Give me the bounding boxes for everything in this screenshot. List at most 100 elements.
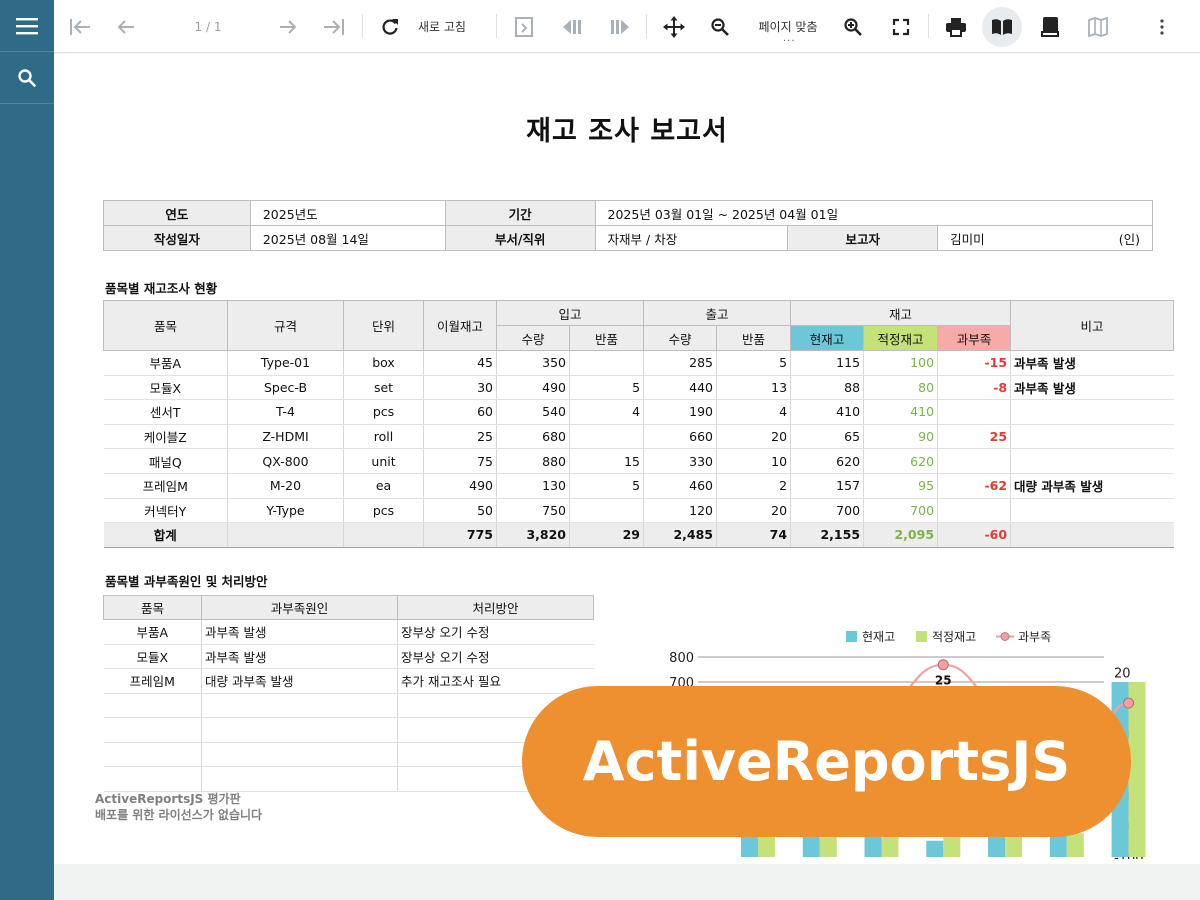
last-page-button[interactable] <box>314 0 354 53</box>
inventory-table: 품목 규격 단위 이월재고 입고 출고 재고 비고 수량 반품 수량 반품 현재… <box>103 300 1175 548</box>
cell-note <box>1010 424 1174 450</box>
refresh-label[interactable]: 새로 고침 <box>410 0 474 53</box>
galley-view-button[interactable] <box>1078 0 1118 53</box>
fullscreen-icon <box>892 18 910 35</box>
cell-note <box>1010 498 1174 524</box>
cell-prev: 75 <box>423 448 497 474</box>
viewer-bottom-area <box>54 864 1200 900</box>
fullscreen-button[interactable] <box>881 0 921 53</box>
table-row: 케이블Z Z-HDMI roll 25 680 660 20 65 90 25 <box>103 424 1174 450</box>
more-options-button[interactable] <box>1142 0 1182 53</box>
badge-text: ActiveReportsJS <box>582 730 1071 793</box>
menu-button[interactable] <box>0 0 54 52</box>
watermark-line: 배포를 위한 라이선스가 없습니다 <box>95 808 263 822</box>
prev-section-button[interactable] <box>552 0 592 53</box>
map-icon <box>1088 16 1108 37</box>
search-button[interactable] <box>0 52 54 104</box>
zoom-more-indicator: ... <box>783 33 796 44</box>
product-badge: ActiveReportsJS <box>522 686 1131 837</box>
dept-label: 부서/직위 <box>444 225 596 251</box>
first-page-button[interactable] <box>60 0 100 53</box>
cause-cell-cause: 대량 과부족 발생 <box>201 668 398 694</box>
table-row: 부품A Type-01 box 45 350 285 5 115 100 -15 과부족 발생 <box>103 350 1174 376</box>
arrow-left-icon <box>117 19 134 34</box>
cause-col-cause: 과부족원인 <box>201 595 398 620</box>
cell-in-ret <box>568 350 644 376</box>
year-value: 2025년도 <box>249 200 446 226</box>
cause-col-action: 처리방안 <box>397 595 594 620</box>
cell-cur: 157 <box>790 473 864 499</box>
table-row <box>103 717 594 743</box>
bar-current-stock <box>926 840 944 857</box>
legend-label: 적정재고 <box>932 630 976 644</box>
cell-item: 모듈X <box>103 375 228 401</box>
cell-out-ret: 13 <box>716 375 791 401</box>
cell-spec: Z-HDMI <box>227 424 344 450</box>
export-button[interactable] <box>504 0 544 53</box>
print-button[interactable] <box>936 0 976 53</box>
col-opt: 적정재고 <box>863 325 939 351</box>
cell-cur: 410 <box>790 399 864 425</box>
pan-button[interactable] <box>654 0 694 53</box>
cell-in-qty: 350 <box>496 350 570 376</box>
cause-cell-item: 부품A <box>103 619 202 645</box>
legend-label: 과부족 <box>1018 630 1051 644</box>
col-out-ret: 반품 <box>716 325 792 351</box>
cell-item: 부품A <box>103 350 228 376</box>
single-page-view-button[interactable] <box>982 0 1022 53</box>
prev-page-button[interactable] <box>106 0 146 53</box>
cell-spec: Spec-B <box>227 375 344 401</box>
cell-prev: 25 <box>423 424 497 450</box>
book-open-icon <box>992 18 1012 35</box>
cell-diff: -15 <box>937 350 1011 376</box>
cell-diff: -8 <box>937 375 1011 401</box>
cell-spec: M-20 <box>227 473 344 499</box>
cell-in-qty: 680 <box>496 424 570 450</box>
y2-tick-label: 20 <box>1114 666 1131 681</box>
cell-out-ret: 20 <box>716 424 791 450</box>
evaluation-watermark: ActiveReportsJS 평가판 배포를 위한 라이선스가 없습니다 <box>95 791 262 823</box>
col-out: 출고 <box>643 300 792 326</box>
bar-current-stock <box>802 835 820 857</box>
col-item: 품목 <box>103 300 228 351</box>
cell-opt: 700 <box>863 498 938 524</box>
cell-out-qty: 660 <box>643 424 717 450</box>
page-indicator[interactable]: 1 / 1 <box>174 0 242 53</box>
zoom-out-button[interactable] <box>700 0 740 53</box>
next-section-button[interactable] <box>600 0 640 53</box>
cell-in-qty: 750 <box>496 498 570 524</box>
col-spec: 규격 <box>227 300 344 351</box>
zoom-out-icon <box>711 17 729 36</box>
cell-opt: 620 <box>863 448 938 474</box>
zoom-in-icon <box>844 17 862 36</box>
bar-optimal-stock <box>943 834 961 857</box>
cell-item: 센서T <box>103 399 228 425</box>
cell-spec: T-4 <box>227 399 344 425</box>
cause-cell-action: 장부상 오기 수정 <box>397 619 594 645</box>
next-page-button[interactable] <box>268 0 308 53</box>
export-icon <box>515 16 533 37</box>
cause-cell-item <box>103 742 202 767</box>
zoom-fit-select[interactable]: 페이지 맞춤 <box>750 0 826 53</box>
cell-unit: pcs <box>343 498 424 524</box>
total-row: 합계 775 3,820 29 2,485 74 2,155 2,095 -60 <box>103 522 1174 548</box>
seal-mark: (인) <box>1118 231 1140 247</box>
col-unit: 단위 <box>343 300 424 351</box>
continuous-view-button[interactable] <box>1030 0 1070 53</box>
refresh-button[interactable] <box>370 0 410 53</box>
col-stock: 재고 <box>790 300 1012 326</box>
cause-cell-item: 프레임M <box>103 668 202 694</box>
info-table: 연도 2025년도 기간 2025년 03월 01일 ~ 2025년 04월 0… <box>103 200 1154 251</box>
cell-prev: 30 <box>423 375 497 401</box>
zoom-in-button[interactable] <box>833 0 873 53</box>
cell-note: 과부족 발생 <box>1010 350 1174 376</box>
cell-diff <box>937 399 1011 425</box>
cell-in-qty: 490 <box>496 375 570 401</box>
line-marker <box>1123 697 1135 709</box>
cell-out-ret: 5 <box>716 350 791 376</box>
cause-cell-item: 모듈X <box>103 644 202 669</box>
cause-cell-cause: 과부족 발생 <box>201 619 398 645</box>
col-out-qty: 수량 <box>643 325 718 351</box>
cause-table: 품목 과부족원인 처리방안 부품A 과부족 발생 장부상 오기 수정 모듈X 과부족 발… <box>103 595 594 792</box>
cell-note: 대량 과부족 발생 <box>1010 473 1174 499</box>
